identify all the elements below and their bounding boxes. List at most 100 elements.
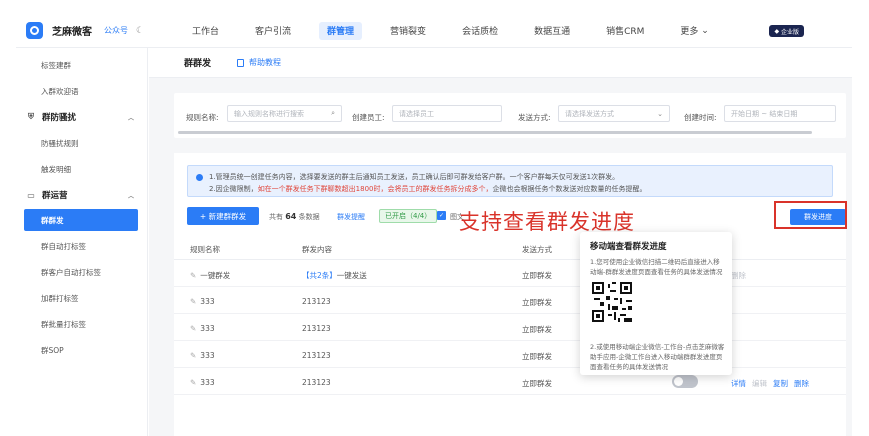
creator-select[interactable]: 请选择员工 [392,105,502,122]
theme-toggle-icon[interactable]: ☾ [136,26,146,36]
edit-icon[interactable]: ✎ [190,324,196,333]
top-bar: 芝麻微客 公众号 ☾ 工作台 客户引流 群管理 营销裂变 会话质检 数据互通 销… [16,14,852,48]
main-nav: 工作台 客户引流 群管理 营销裂变 会话质检 数据互通 销售CRM 更多 ⌄ [184,14,737,48]
create-time-label: 创建时间: [684,113,717,122]
nav-lead-gen[interactable]: 客户引流 [247,22,299,40]
status-toggle[interactable] [672,375,698,388]
chevron-up-icon: ︿ [127,114,134,122]
info-icon [196,173,203,181]
notice-line-2-prefix: 2.因企微限制， [209,185,258,193]
table-row: ✎ 一键群发 【共2条】一键发送 立即群发 删除 [174,260,846,287]
sidebar-item-label: 加群打标签 [41,293,79,303]
send-method-cell: 立即群发 [522,298,552,307]
row-actions: 删除 [731,270,752,281]
sidebar-group-label: 群防骚扰 [42,113,77,123]
sidebar-item-group-auto-tag[interactable]: 群自动打标签 [16,235,148,257]
shield-icon: ⛨ [28,112,34,121]
help-label: 帮助教程 [249,58,282,67]
nav-session-qc[interactable]: 会话质检 [454,22,506,40]
rule-name-text: 333 [200,378,215,387]
official-account-link[interactable]: 公众号 [104,25,128,36]
edit-icon[interactable]: ✎ [190,271,196,280]
sidebar-item-batch-tag[interactable]: 群批量打标签 [16,313,148,335]
enterprise-badge: ◆ 企业版 [769,25,804,37]
brand-name: 芝麻微客 [52,27,92,38]
sidebar-item-label: 群自动打标签 [41,241,86,251]
rule-name-input[interactable]: 输入规则名称进行搜索 ⌕ [227,105,342,122]
broadcast-reminder-link[interactable]: 群发提醒 [337,212,365,222]
total-count: 共有 64 条数据 [269,212,320,222]
creator-label: 创建员工: [352,113,385,122]
horizontal-scrollbar[interactable] [178,131,812,134]
sidebar-item-label: 入群欢迎语 [41,86,79,96]
rule-name-text: 333 [200,297,215,306]
notice-line-1: 1.管理员统一创建任务内容，选择要发送的群主后通知员工发送，员工确认后即可群发给… [209,173,620,181]
detail-link[interactable]: 详情 [731,379,746,388]
filter-bar: 规则名称: 输入规则名称进行搜索 ⌕ 创建员工: 请选择员工 发送方式: 请选择发… [174,93,846,138]
nav-group-management[interactable]: 群管理 [319,21,363,40]
sidebar-item-label: 触发明细 [41,164,71,174]
sidebar: 标签建群 入群欢迎语 ⛨ 群防骚扰 ︿ 防骚扰规则 触发明细 ▭ 群运营 ︿ 群群发 群… [16,48,148,436]
edit-icon[interactable]: ✎ [190,351,196,360]
edit-link[interactable]: 编辑 [752,379,767,388]
send-method-cell: 立即群发 [522,352,552,361]
sidebar-item-anti-harass-rules[interactable]: 防骚扰规则 [16,132,148,154]
nav-data-sync[interactable]: 数据互通 [526,22,578,40]
notice-line-2-suffix: 企微也会根据任务个数发送对应数量的任务提醒。 [492,185,647,193]
rule-name-label: 规则名称: [186,113,219,122]
group-ops-icon: ▭ [27,190,35,200]
send-method-select[interactable]: 请选择发送方式 ⌄ [558,105,670,122]
nav-sales-crm[interactable]: 销售CRM [598,22,652,40]
nav-more-label: 更多 [680,27,699,37]
sidebar-item-trigger-detail[interactable]: 触发明细 [16,158,148,180]
sidebar-group-label: 群运营 [42,191,68,201]
edit-icon[interactable]: ✎ [190,378,196,387]
copy-link[interactable]: 复制 [773,379,788,388]
sidebar-item-group-sop[interactable]: 群SOP [16,339,148,361]
nav-workbench[interactable]: 工作台 [184,22,227,40]
chevron-down-icon: ⌄ [701,25,709,36]
popover-text-2: 2.或使用移动端企业微信-工作台-点击芝麻微客助手应用-企微工作台进入移动端群群… [590,343,725,371]
nav-more[interactable]: 更多 ⌄ [672,22,716,40]
sub-header: 群群发 帮助教程 [149,48,852,78]
sidebar-item-join-tag[interactable]: 加群打标签 [16,287,148,309]
edit-icon[interactable]: ✎ [190,297,196,306]
col-rule-name: 规则名称 [190,245,220,254]
sidebar-item-welcome[interactable]: 入群欢迎语 [16,80,148,102]
nav-marketing[interactable]: 营销裂变 [382,22,434,40]
table-header: 规则名称 群发内容 发送方式 [174,236,846,260]
sidebar-group-operations[interactable]: ▭ 群运营 ︿ [16,184,148,206]
sidebar-item-group-broadcast[interactable]: 群群发 [24,209,138,231]
send-method-cell: 立即群发 [522,325,552,334]
mobile-progress-popover: 移动端查看群发进度 1.您可使用企业微信扫描二维码后直接进入移动端-群群发进度页… [580,232,732,375]
toggle-knob [674,377,683,386]
rule-name-cell: ✎ 333 [190,297,215,306]
rule-name-cell: ✎ 333 [190,324,215,333]
image-text-checkbox[interactable]: ✓ [437,211,446,220]
col-content: 群发内容 [302,245,332,254]
sidebar-item-label: 群SOP [41,345,64,355]
sidebar-item-customer-auto-tag[interactable]: 群客户自动打标签 [16,261,148,283]
new-broadcast-button[interactable]: + 新建群群发 [187,207,259,225]
create-time-range[interactable]: 开始日期 ~ 结束日期 [724,105,836,122]
rule-name-text: 333 [200,324,215,333]
main-content: 群群发 帮助教程 规则名称: 输入规则名称进行搜索 ⌕ 创建员工: 请选择员工 发… [149,48,852,436]
delete-link[interactable]: 删除 [731,271,746,280]
rule-name-cell: ✎ 333 [190,351,215,360]
page-title: 群群发 [184,59,212,69]
send-method-label: 发送方式: [518,113,551,122]
notice-line-2: 2.因企微限制，如在一个群发任务下群聊数超出1800时，会将员工的群发任务拆分成… [209,184,647,194]
total-suffix: 条数据 [298,213,320,221]
table-row: ✎ 333 213123 立即群发 [174,287,846,314]
search-icon: ⌕ [331,109,335,117]
sidebar-group-anti-harass[interactable]: ⛨ 群防骚扰 ︿ [16,106,148,128]
popover-title: 移动端查看群发进度 [590,242,667,252]
sidebar-item-label: 标签建群 [41,60,71,70]
help-link[interactable]: 帮助教程 [237,57,281,68]
delete-link[interactable]: 删除 [794,379,809,388]
content-cell: 213123 [302,351,331,360]
send-method-cell: 立即群发 [522,379,552,388]
sidebar-item-tag-group[interactable]: 标签建群 [16,54,148,76]
document-icon [237,58,245,67]
content-count-link[interactable]: 【共2条】 [302,271,337,280]
